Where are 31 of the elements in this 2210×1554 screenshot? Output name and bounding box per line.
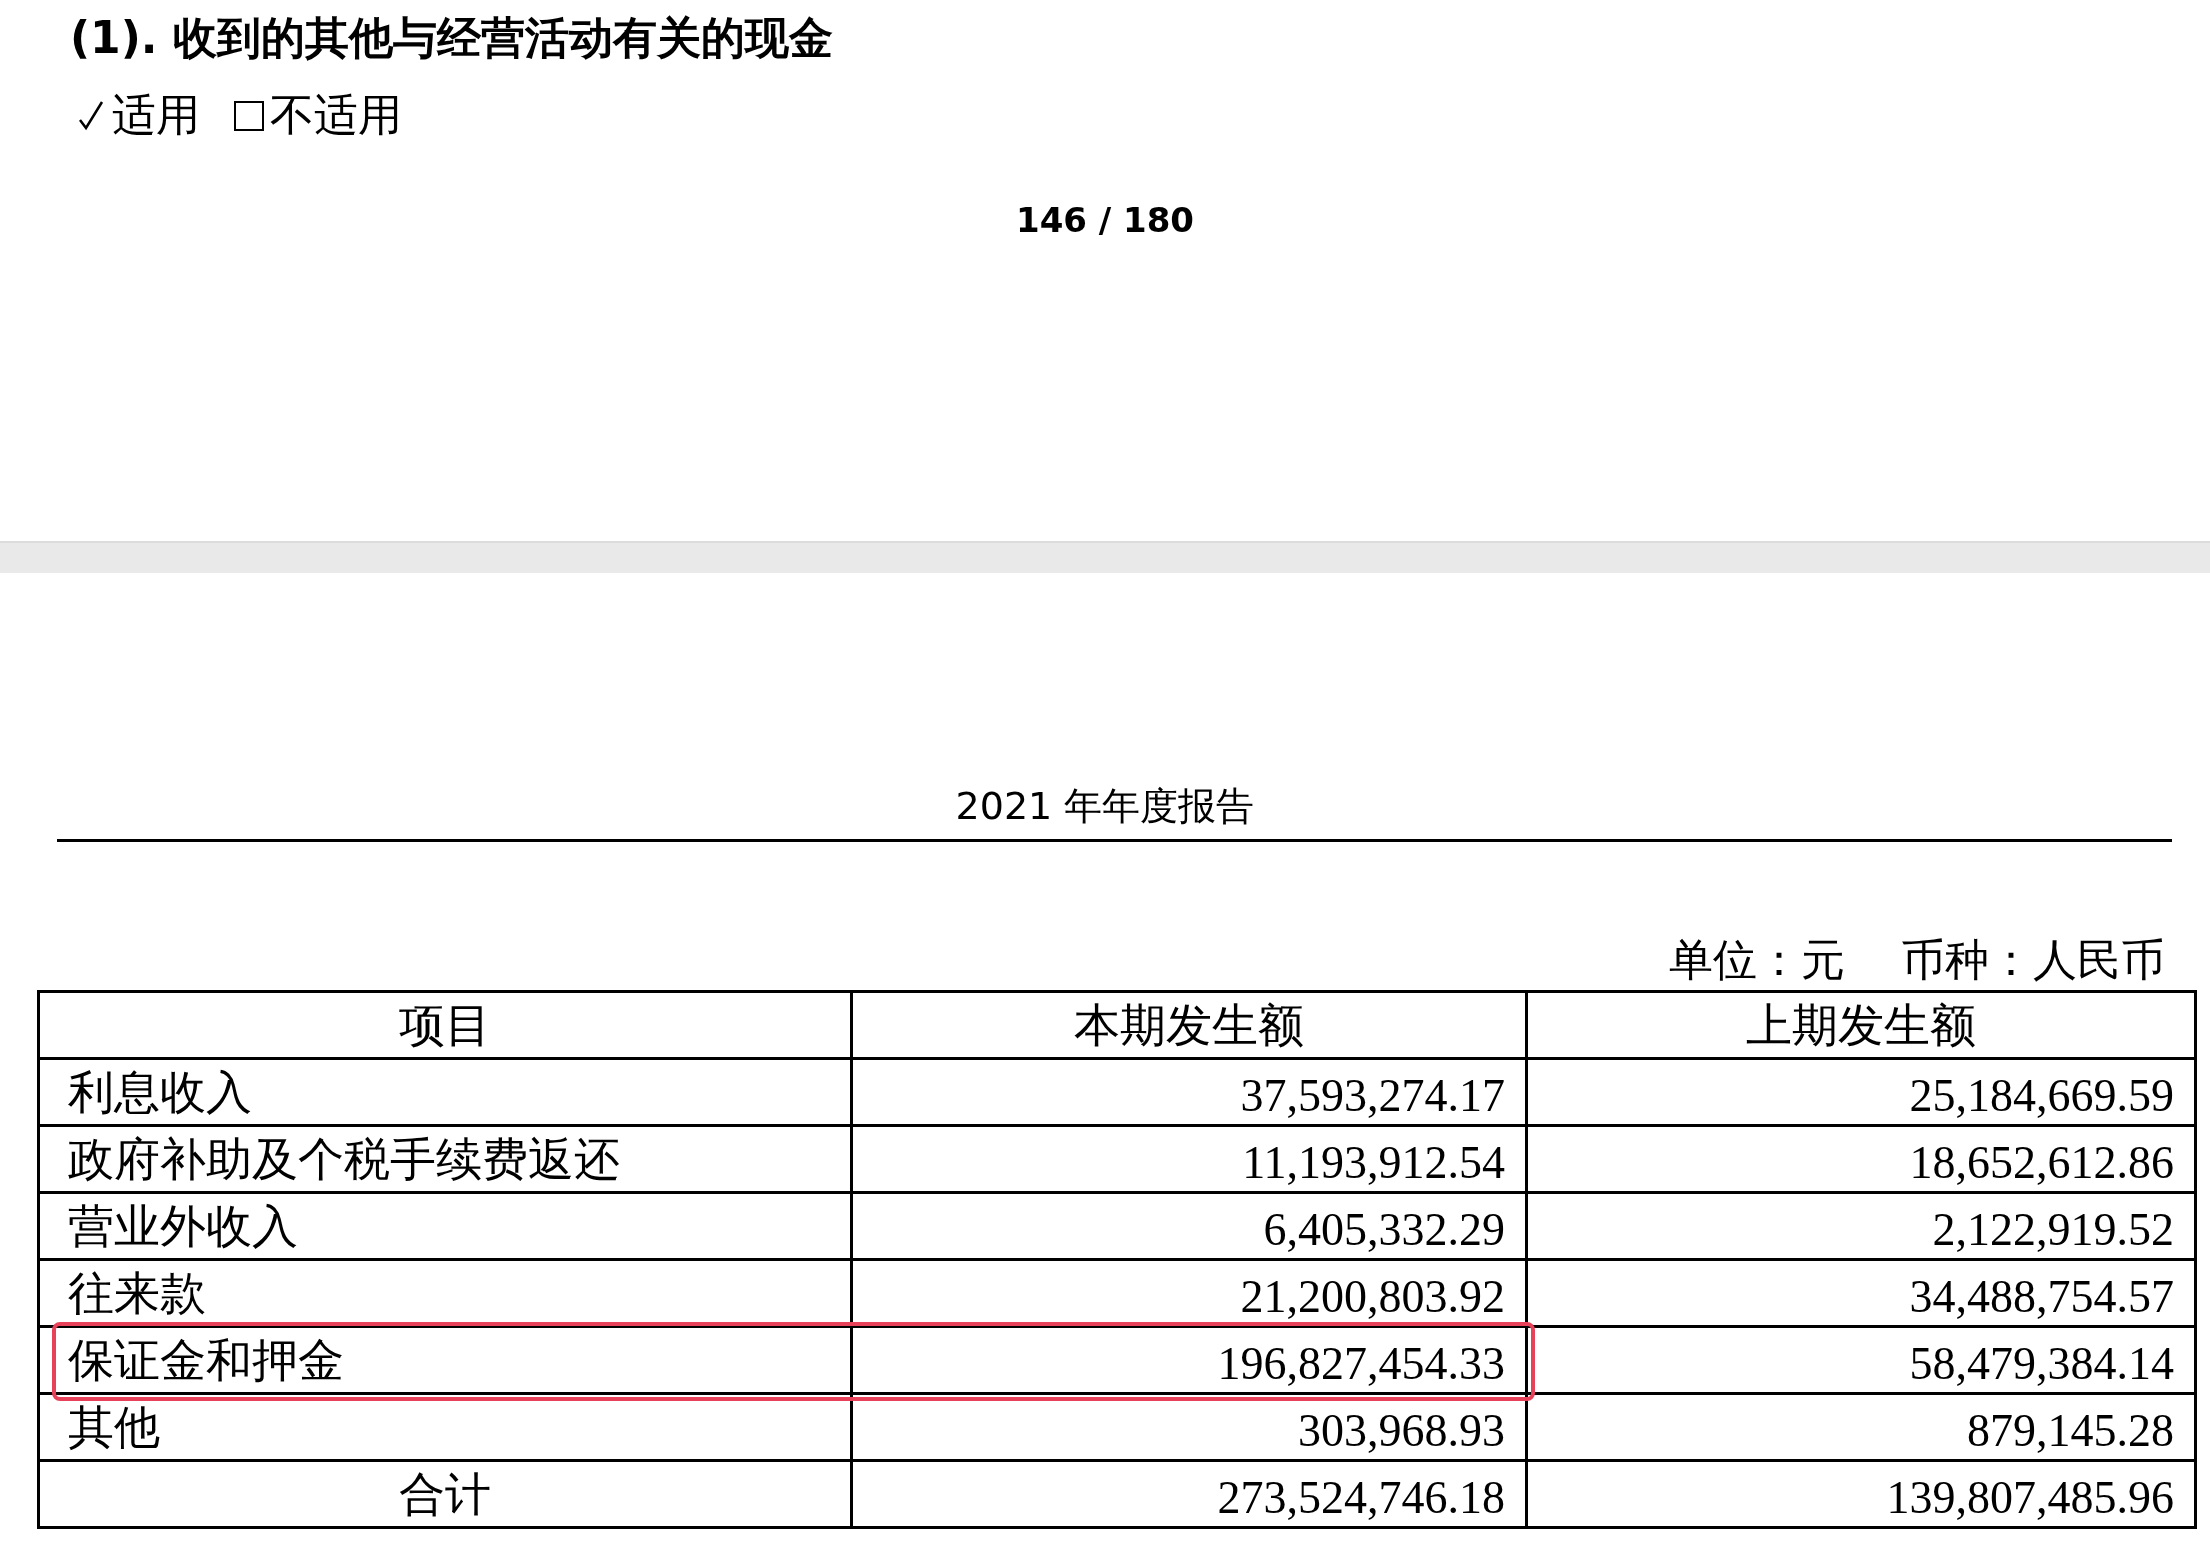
amount-cell: 6,405,332.29 bbox=[851, 1192, 1527, 1260]
item-label: 营业外收入 bbox=[38, 1192, 852, 1260]
amount-cell: 34,488,754.57 bbox=[1526, 1259, 2196, 1327]
amount-cell: 11,193,912.54 bbox=[851, 1125, 1527, 1193]
amount-cell: 18,652,612.86 bbox=[1526, 1125, 2196, 1193]
amount-cell: 58,479,384.14 bbox=[1526, 1326, 2196, 1394]
item-label: 保证金和押金 bbox=[38, 1326, 852, 1394]
amount-cell: 879,145.28 bbox=[1526, 1393, 2196, 1461]
amount-cell: 21,200,803.92 bbox=[851, 1259, 1527, 1327]
item-label: 往来款 bbox=[38, 1259, 852, 1327]
option-label: 不适用 bbox=[270, 88, 402, 142]
running-header: 2021 年年度报告 bbox=[955, 784, 1255, 828]
amount-cell: 303,968.93 bbox=[851, 1393, 1527, 1461]
amount-cell: 25,184,669.59 bbox=[1526, 1058, 2196, 1126]
amount-cell: 273,524,746.18 bbox=[851, 1460, 1527, 1528]
column-header: 上期发生额 bbox=[1526, 991, 2196, 1059]
amount-cell: 139,807,485.96 bbox=[1526, 1460, 2196, 1528]
total-label: 合计 bbox=[38, 1460, 852, 1528]
amount-cell: 2,122,919.52 bbox=[1526, 1192, 2196, 1260]
amount-cell: 37,593,274.17 bbox=[851, 1058, 1527, 1126]
amount-cell: 196,827,454.33 bbox=[851, 1326, 1527, 1394]
column-header: 项目 bbox=[38, 991, 852, 1059]
option-label: 适用 bbox=[112, 88, 200, 142]
section-heading: (1). 收到的其他与经营活动有关的现金 bbox=[70, 11, 833, 65]
column-header: 本期发生额 bbox=[851, 991, 1527, 1059]
unit-note: 单位：元 bbox=[1669, 933, 1845, 987]
item-label: 利息收入 bbox=[38, 1058, 852, 1126]
unit-note: 币种：人民币 bbox=[1901, 933, 2165, 987]
page-number: 146 / 180 bbox=[1015, 200, 1194, 240]
item-label: 其他 bbox=[38, 1393, 852, 1461]
item-label: 政府补助及个税手续费返还 bbox=[38, 1125, 852, 1193]
